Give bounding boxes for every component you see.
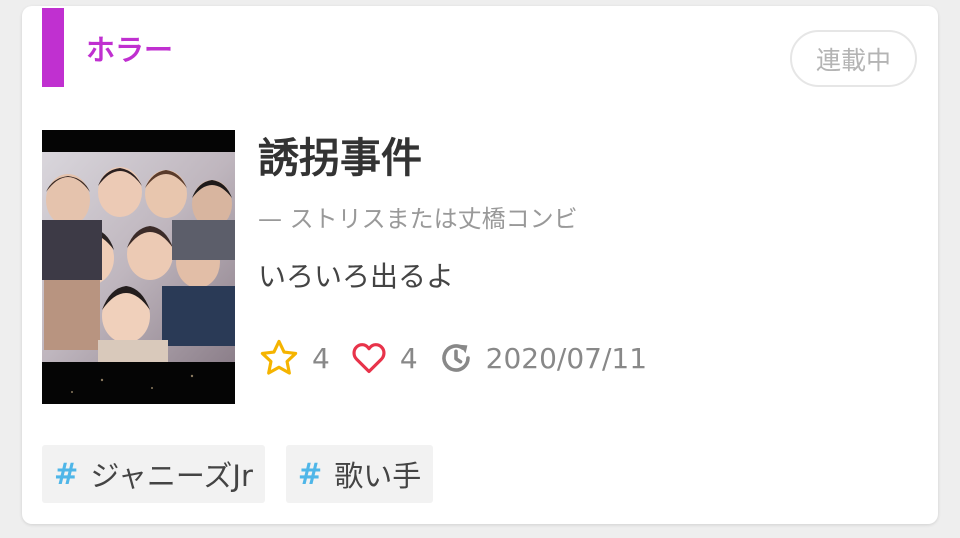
updated-date: 2020/07/11	[438, 340, 647, 376]
cover-thumbnail[interactable]	[42, 130, 235, 404]
tag-label: ジャニーズJr	[90, 459, 253, 493]
clock-refresh-icon	[441, 344, 470, 372]
status-label: 連載中	[815, 45, 891, 75]
novel-title[interactable]: 誘拐事件	[258, 135, 422, 181]
tag-item[interactable]: # 歌い手	[285, 445, 434, 503]
star-count: 4	[258, 337, 330, 379]
cover-photo	[42, 130, 235, 404]
star-icon	[260, 339, 298, 375]
star-count-value: 4	[312, 341, 330, 375]
genre-accent-bar	[42, 8, 64, 87]
novel-description: いろいろ出るよ	[258, 260, 455, 293]
hash-icon: #	[297, 457, 323, 491]
hash-icon: #	[54, 457, 79, 491]
novel-card[interactable]: ホラー 連載中 誘拐事件 — ストリスまたは丈橋コンビ いろいろ出るよ 4 4 …	[22, 6, 938, 524]
stats-row: 4 4 2020/07/11	[258, 336, 667, 380]
tag-label: 歌い手	[334, 459, 422, 493]
tag-list: # ジャニーズJr # 歌い手	[42, 445, 454, 503]
genre-label[interactable]: ホラー	[86, 36, 173, 65]
heart-icon	[352, 343, 386, 374]
heart-count-value: 4	[399, 341, 418, 375]
novel-author[interactable]: — ストリスまたは丈橋コンビ	[258, 199, 578, 234]
updated-date-value: 2020/07/11	[485, 341, 648, 375]
tag-item[interactable]: # ジャニーズJr	[42, 445, 265, 503]
heart-count: 4	[350, 339, 418, 377]
status-badge: 連載中	[790, 30, 917, 87]
